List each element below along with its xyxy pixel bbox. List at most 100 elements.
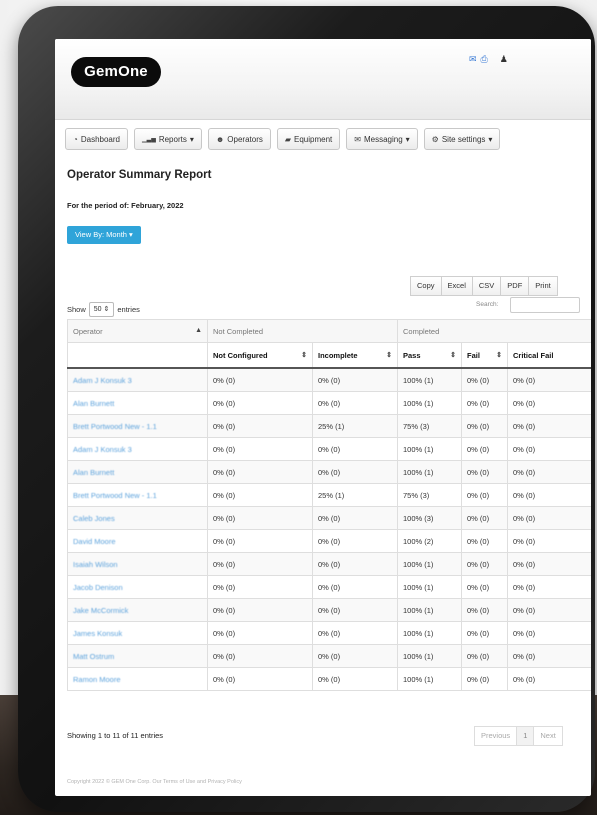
pass-cell: 75% (3) xyxy=(397,414,462,438)
nav-dashboard-button[interactable]: ◔ Dashboard xyxy=(65,128,128,150)
operator-link[interactable]: Adam J Konsuk 3 xyxy=(73,445,132,454)
critical-fail-cell: 0% (0) xyxy=(506,483,591,507)
sort-icon: ⇕ xyxy=(386,351,392,359)
critical-fail-cell: 0% (0) xyxy=(506,414,591,438)
not-configured-cell: 0% (0) xyxy=(207,391,313,415)
not-configured-cell: 0% (0) xyxy=(207,506,313,530)
page-1-button[interactable]: 1 xyxy=(516,726,535,746)
table-row: James Konsuk 0% (0) 0% (0) 100% (1) 0% (0) 0%… xyxy=(67,621,591,645)
fail-cell: 0% (0) xyxy=(461,644,508,668)
fail-header[interactable]: Fail ⇕ xyxy=(461,342,508,369)
nav-messaging-button[interactable]: ✉ Messaging ▾ xyxy=(346,128,418,150)
fail-cell: 0% (0) xyxy=(461,598,508,622)
nav-reports-button[interactable]: ▁▃▅ Reports ▾ xyxy=(133,128,202,150)
fail-cell: 0% (0) xyxy=(461,437,508,461)
operator-cell: Brett Portwood New - 1.1 xyxy=(67,414,208,438)
page-title: Operator Summary Report xyxy=(67,169,212,181)
pass-cell: 100% (1) xyxy=(397,575,462,599)
operator-link[interactable]: Matt Ostrum xyxy=(73,652,114,661)
pass-cell: 100% (1) xyxy=(397,552,462,576)
view-by-dropdown[interactable]: View By: Month ▾ xyxy=(67,226,141,244)
nav-label: Equipment xyxy=(294,134,333,144)
operator-link[interactable]: Alan Burnett xyxy=(73,468,114,477)
critical-fail-header[interactable]: Critical Fail xyxy=(506,342,591,369)
page-length-control: Show 50 ⇕ entries xyxy=(67,302,140,317)
csv-button[interactable]: CSV xyxy=(471,276,502,296)
search-label: Search: xyxy=(476,301,499,308)
sort-asc-icon: ▲ xyxy=(195,326,202,334)
tablet-screen: GemOne ✉ ⎙ ♟ ◔ Dashboard ▁▃▅ Reports ▾ ☻… xyxy=(55,39,591,796)
not-configured-cell: 0% (0) xyxy=(207,552,313,576)
users-icon: ☻ xyxy=(215,134,225,144)
incomplete-cell: 0% (0) xyxy=(312,391,398,415)
not-configured-header[interactable]: Not Configured ⇕ xyxy=(207,342,313,369)
app-header: GemOne ✉ ⎙ ♟ xyxy=(55,39,591,120)
operator-link[interactable]: James Konsuk xyxy=(73,629,122,638)
fail-cell: 0% (0) xyxy=(461,483,508,507)
incomplete-header[interactable]: Incomplete ⇕ xyxy=(312,342,398,369)
sort-icon: ⇕ xyxy=(450,351,456,359)
fail-cell: 0% (0) xyxy=(461,391,508,415)
operator-cell: Jacob Denison xyxy=(67,575,208,599)
critical-fail-cell: 0% (0) xyxy=(506,598,591,622)
operator-cell: Brett Portwood New - 1.1 xyxy=(67,483,208,507)
search-input[interactable] xyxy=(510,297,580,313)
page-length-select[interactable]: 50 ⇕ xyxy=(88,302,115,317)
previous-page-button[interactable]: Previous xyxy=(474,726,518,746)
user-icon[interactable]: ♟ xyxy=(500,54,508,65)
operator-link[interactable]: Brett Portwood New - 1.1 xyxy=(73,491,157,500)
nav-label: Site settings xyxy=(441,134,486,144)
copyright-footer: Copyright 2022 © GEM One Corp. Our Terms… xyxy=(67,779,242,785)
excel-button[interactable]: Excel xyxy=(440,276,473,296)
incomplete-cell: 0% (0) xyxy=(312,460,398,484)
pass-cell: 100% (1) xyxy=(397,367,462,392)
operator-link[interactable]: Ramon Moore xyxy=(73,675,121,684)
operator-link[interactable]: Alan Burnett xyxy=(73,399,114,408)
critical-fail-cell: 0% (0) xyxy=(506,529,591,553)
table-info: Showing 1 to 11 of 11 entries xyxy=(67,731,164,740)
gemone-logo[interactable]: GemOne xyxy=(71,57,161,87)
operator-link[interactable]: Caleb Jones xyxy=(73,514,115,523)
fail-cell: 0% (0) xyxy=(461,506,508,530)
incomplete-cell: 0% (0) xyxy=(312,552,398,576)
operator-subheader xyxy=(67,342,208,369)
operator-header[interactable]: Operator ▲ xyxy=(67,319,208,343)
pass-cell: 100% (1) xyxy=(397,644,462,668)
bar-chart-icon: ▁▃▅ xyxy=(141,136,156,143)
nav-label: Operators xyxy=(227,134,263,144)
operator-link[interactable]: Jacob Denison xyxy=(73,583,123,592)
operator-link[interactable]: David Moore xyxy=(73,537,116,546)
next-page-button[interactable]: Next xyxy=(533,726,563,746)
nav-label: Messaging xyxy=(363,134,403,144)
nav-equipment-button[interactable]: ▰ Equipment xyxy=(276,128,341,150)
not-configured-cell: 0% (0) xyxy=(207,483,313,507)
operator-cell: James Konsuk xyxy=(67,621,208,645)
critical-fail-cell: 0% (0) xyxy=(506,437,591,461)
operator-link[interactable]: Adam J Konsuk 3 xyxy=(73,376,132,385)
report-period: For the period of: February, 2022 xyxy=(67,201,184,210)
critical-fail-cell: 0% (0) xyxy=(506,621,591,645)
table-row: Adam J Konsuk 3 0% (0) 0% (0) 100% (1) 0% (0… xyxy=(67,367,591,392)
show-label: Show xyxy=(67,305,86,314)
operator-link[interactable]: Isaiah Wilson xyxy=(73,560,118,569)
copy-button[interactable]: Copy xyxy=(410,276,442,296)
operator-link[interactable]: Brett Portwood New - 1.1 xyxy=(73,422,157,431)
completed-header: Completed xyxy=(396,319,591,343)
not-configured-cell: 0% (0) xyxy=(207,667,313,691)
nav-operators-button[interactable]: ☻ Operators xyxy=(207,128,271,150)
incomplete-cell: 0% (0) xyxy=(312,667,398,691)
print-icon[interactable]: ⎙ xyxy=(481,54,488,65)
print-button[interactable]: Print xyxy=(528,276,558,296)
operator-link[interactable]: Jake McCormick xyxy=(73,606,128,615)
not-configured-cell: 0% (0) xyxy=(207,644,313,668)
table-row: Isaiah Wilson 0% (0) 0% (0) 100% (1) 0% (0) 0… xyxy=(67,552,591,576)
not-completed-header: Not Completed xyxy=(207,319,398,343)
chevron-down-icon: ▾ xyxy=(189,134,194,144)
incomplete-cell: 0% (0) xyxy=(312,644,398,668)
mail-icon[interactable]: ✉ xyxy=(469,54,477,65)
fail-cell: 0% (0) xyxy=(461,552,508,576)
fail-cell: 0% (0) xyxy=(461,460,508,484)
pdf-button[interactable]: PDF xyxy=(500,276,530,296)
nav-site-settings-button[interactable]: ⚙ Site settings ▾ xyxy=(423,128,501,150)
pass-header[interactable]: Pass ⇕ xyxy=(397,342,462,369)
